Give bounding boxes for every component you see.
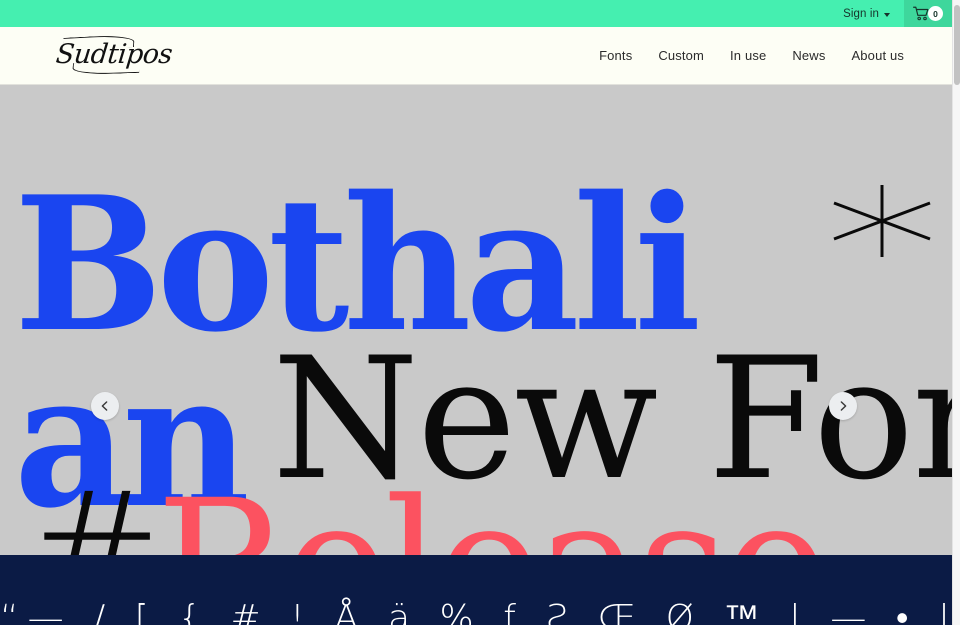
nav-item-custom[interactable]: Custom <box>658 48 704 63</box>
nav-item-news[interactable]: News <box>792 48 825 63</box>
site-header: Sudtipos Fonts Custom In use News About … <box>0 27 952 85</box>
main-navigation: Fonts Custom In use News About us <box>599 48 904 63</box>
chevron-left-icon <box>101 401 108 411</box>
hero-carousel[interactable]: Bothali an New Font Release # <box>0 85 952 555</box>
site-logo[interactable]: Sudtipos <box>54 39 173 70</box>
chevron-right-icon <box>840 401 847 411</box>
nav-item-about-us[interactable]: About us <box>851 48 904 63</box>
cart-count-badge: 0 <box>928 6 943 21</box>
glyph-specimen-row: “— / [ { # ! Å ä % ƒ Ƨ Œ Ø ™ | — • | ( )… <box>0 598 952 625</box>
sign-in-label: Sign in <box>843 7 879 20</box>
scrollbar-thumb[interactable] <box>954 5 960 85</box>
cart-button[interactable]: 0 <box>904 0 952 27</box>
carousel-prev-button[interactable] <box>91 392 119 420</box>
top-utility-bar: Sign in 0 <box>0 0 952 27</box>
hash-glyph: # <box>22 467 163 555</box>
page-scrollbar[interactable] <box>952 0 960 625</box>
hero-headline-line-3: Release <box>156 477 829 556</box>
chevron-down-icon <box>884 12 890 17</box>
sign-in-menu[interactable]: Sign in <box>843 8 904 20</box>
nav-item-in-use[interactable]: In use <box>730 48 766 63</box>
glyph-specimen-band: “— / [ { # ! Å ä % ƒ Ƨ Œ Ø ™ | — • | ( )… <box>0 555 952 625</box>
asterisk-icon <box>833 185 931 257</box>
carousel-next-button[interactable] <box>829 392 857 420</box>
nav-item-fonts[interactable]: Fonts <box>599 48 632 63</box>
page-root: Sign in 0 Sudtipos Fonts Custom In use N… <box>0 0 960 625</box>
hero-slide: Bothali an New Font Release # <box>0 85 952 555</box>
